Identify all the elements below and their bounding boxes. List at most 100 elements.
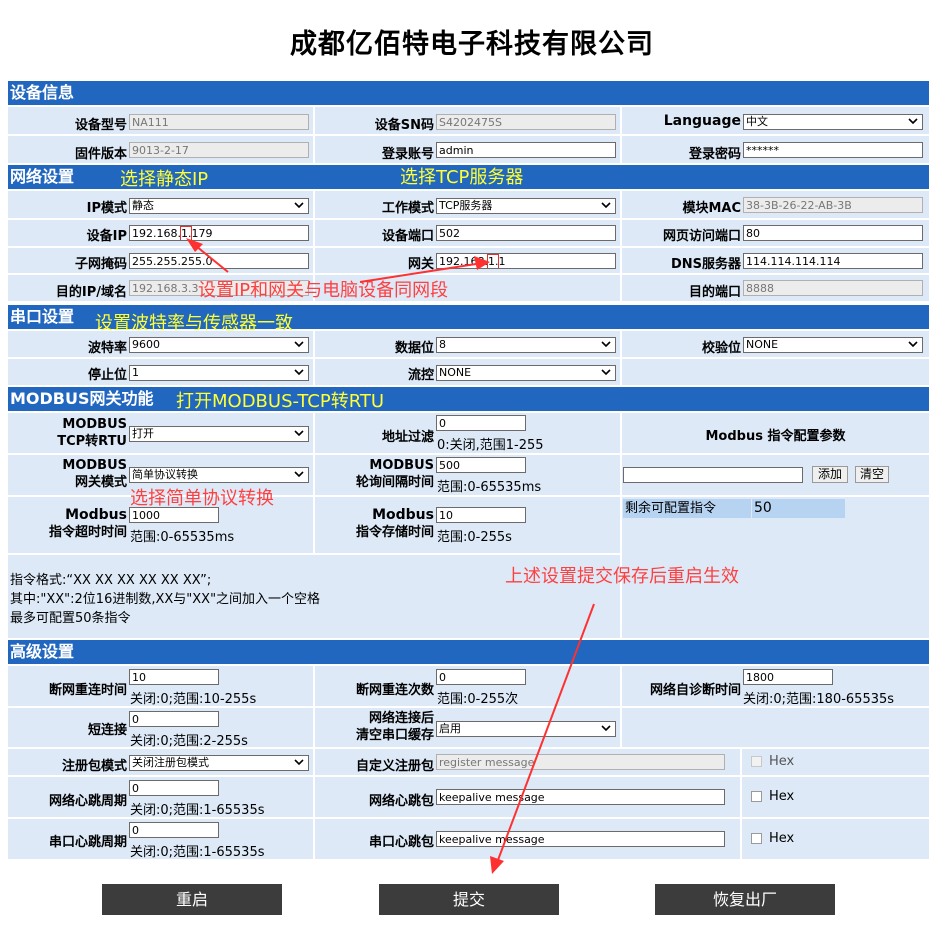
self-diag-label: 网络自诊断时间 xyxy=(649,683,741,698)
chevron-down-icon xyxy=(601,341,611,348)
dns-input[interactable]: 114.114.114.114 xyxy=(743,253,923,269)
ip-prefix: 192.168. xyxy=(132,227,181,240)
factory-reset-button[interactable]: 恢复出厂 xyxy=(655,884,835,915)
net-hb-input[interactable]: keepalive message xyxy=(436,789,725,805)
add-command-button[interactable]: 添加 xyxy=(812,466,848,483)
annotation-open-modbus: 打开MODBUS-TCP转RTU xyxy=(176,391,385,412)
reg-hex-label: Hex xyxy=(769,754,795,769)
dest-port-field[interactable]: 8888 xyxy=(743,280,923,296)
submit-button[interactable]: 提交 xyxy=(379,884,559,915)
addr-filter-input[interactable]: 0 xyxy=(436,415,526,431)
clear-cache-select[interactable]: 启用 xyxy=(436,721,616,737)
cmd-timeout-label-line1: Modbus xyxy=(65,507,127,523)
gateway-mode-select[interactable]: 简单协议转换 xyxy=(129,467,309,483)
reg-mode-select[interactable]: 关闭注册包模式 xyxy=(129,755,309,771)
reconnect-time-hint: 关闭:0;范围:10-255s xyxy=(130,692,257,707)
flow-control-value: NONE xyxy=(439,366,472,379)
annotation-tcp-server: 选择TCP服务器 xyxy=(400,167,524,188)
reg-mode-label: 注册包模式 xyxy=(61,759,127,774)
firmware-label: 固件版本 xyxy=(74,147,127,162)
work-mode-select[interactable]: TCP服务器 xyxy=(436,198,616,214)
serial-hb-period-label: 串口心跳周期 xyxy=(48,835,127,850)
tcp-rtu-label-line1: MODBUS xyxy=(62,417,127,432)
device-ip-input[interactable]: 192.168.1.179 xyxy=(129,225,309,241)
cmd-timeout-label-line2: 指令超时时间 xyxy=(48,525,127,540)
net-hb-hex-label: Hex xyxy=(769,789,795,804)
subnet-mask-input[interactable]: 255.255.255.0 xyxy=(129,253,309,269)
net-hb-label: 网络心跳包 xyxy=(368,794,434,809)
account-input[interactable]: admin xyxy=(436,142,616,158)
model-field[interactable]: NA111 xyxy=(129,114,309,130)
short-conn-label: 短连接 xyxy=(87,723,127,738)
tcp-rtu-label-line2: TCP转RTU xyxy=(57,434,127,449)
poll-interval-label-line1: MODBUS xyxy=(369,458,434,473)
cmd-timeout-label: Modbus 指令超时时间 xyxy=(10,507,127,541)
flow-control-label: 流控 xyxy=(407,368,434,383)
password-input[interactable]: ****** xyxy=(743,142,923,158)
serial-hb-hex-label: Hex xyxy=(769,831,795,846)
short-conn-hint: 关闭:0;范围:2-255s xyxy=(130,734,248,749)
baud-rate-select[interactable]: 9600 xyxy=(129,337,309,353)
gateway-input[interactable]: 192.168.1.1 xyxy=(436,253,616,269)
flow-control-select[interactable]: NONE xyxy=(436,365,616,381)
addr-filter-hint: 0:关闭,范围1-255 xyxy=(437,438,544,453)
modbus-command-input[interactable] xyxy=(623,467,803,483)
gateway-mode-label-line1: MODBUS xyxy=(62,458,127,473)
clear-commands-button[interactable]: 清空 xyxy=(855,466,889,483)
account-label: 登录账号 xyxy=(381,147,434,162)
serial-hb-label: 串口心跳包 xyxy=(368,835,434,850)
tcp-rtu-select[interactable]: 打开 xyxy=(129,426,309,442)
reconnect-time-input[interactable]: 10 xyxy=(129,669,219,685)
device-port-input[interactable]: 502 xyxy=(436,225,616,241)
poll-interval-label-line2: 轮询间隔时间 xyxy=(355,475,434,490)
chevron-down-icon xyxy=(294,430,304,437)
serial-hb-hex-checkbox[interactable] xyxy=(751,833,762,844)
cmd-store-label-line1: Modbus xyxy=(372,507,434,523)
reconnect-count-label: 断网重连次数 xyxy=(355,683,434,698)
poll-interval-input[interactable]: 500 xyxy=(436,457,526,473)
chevron-down-icon xyxy=(601,725,611,732)
annotation-save-restart: 上述设置提交保存后重启生效 xyxy=(505,566,739,587)
chevron-down-icon xyxy=(601,369,611,376)
parity-select[interactable]: NONE xyxy=(743,337,923,353)
firmware-field[interactable]: 9013-2-17 xyxy=(129,142,309,158)
serial-hb-period-input[interactable]: 0 xyxy=(129,822,219,838)
web-port-label: 网页访问端口 xyxy=(662,229,741,244)
data-bits-select[interactable]: 8 xyxy=(436,337,616,353)
language-label: Language xyxy=(663,113,741,129)
addr-filter-label: 地址过滤 xyxy=(381,430,434,445)
gateway-prefix: 192.168. xyxy=(439,255,488,268)
reg-hex-checkbox[interactable] xyxy=(751,756,762,767)
custom-reg-label: 自定义注册包 xyxy=(355,759,434,774)
mac-field[interactable]: 38-3B-26-22-AB-3B xyxy=(743,197,923,213)
remaining-commands-value: 50 xyxy=(752,499,845,518)
format-line-3: 最多可配置50条指令 xyxy=(10,611,131,626)
dest-ip-label: 目的IP/域名 xyxy=(55,285,127,300)
ip-highlight: 1. xyxy=(180,226,193,240)
mac-label: 模块MAC xyxy=(682,201,741,216)
stop-bits-select[interactable]: 1 xyxy=(129,365,309,381)
reconnect-count-input[interactable]: 0 xyxy=(436,669,526,685)
restart-button[interactable]: 重启 xyxy=(102,884,282,915)
annotation-static-ip: 选择静态IP xyxy=(120,169,209,190)
work-mode-label: 工作模式 xyxy=(381,201,434,216)
web-port-input[interactable]: 80 xyxy=(743,225,923,241)
sn-field[interactable]: S4202475S xyxy=(436,114,616,130)
language-select[interactable]: 中文 xyxy=(743,114,923,130)
short-conn-input[interactable]: 0 xyxy=(129,711,219,727)
password-label: 登录密码 xyxy=(688,147,741,162)
dns-label: DNS服务器 xyxy=(670,257,741,272)
net-hb-hex-checkbox[interactable] xyxy=(751,791,762,802)
net-hb-period-input[interactable]: 0 xyxy=(129,780,219,796)
gateway-mode-value: 简单协议转换 xyxy=(132,468,198,481)
subnet-mask-label: 子网掩码 xyxy=(74,257,127,272)
ip-mode-select[interactable]: 静态 xyxy=(129,198,309,214)
serial-hb-input[interactable]: keepalive message xyxy=(436,831,725,847)
cmd-store-input[interactable]: 10 xyxy=(436,507,526,523)
gateway-mode-label-line2: 网关模式 xyxy=(74,475,127,490)
chevron-down-icon xyxy=(908,341,918,348)
custom-reg-field[interactable]: register message xyxy=(436,754,725,770)
annotation-same-segment: 设置IP和网关与电脑设备同网段 xyxy=(198,280,449,301)
format-line-2: 其中:"XX":2位16进制数,XX与"XX"之间加入一个空格 xyxy=(10,592,321,607)
self-diag-input[interactable]: 1800 xyxy=(743,669,833,685)
